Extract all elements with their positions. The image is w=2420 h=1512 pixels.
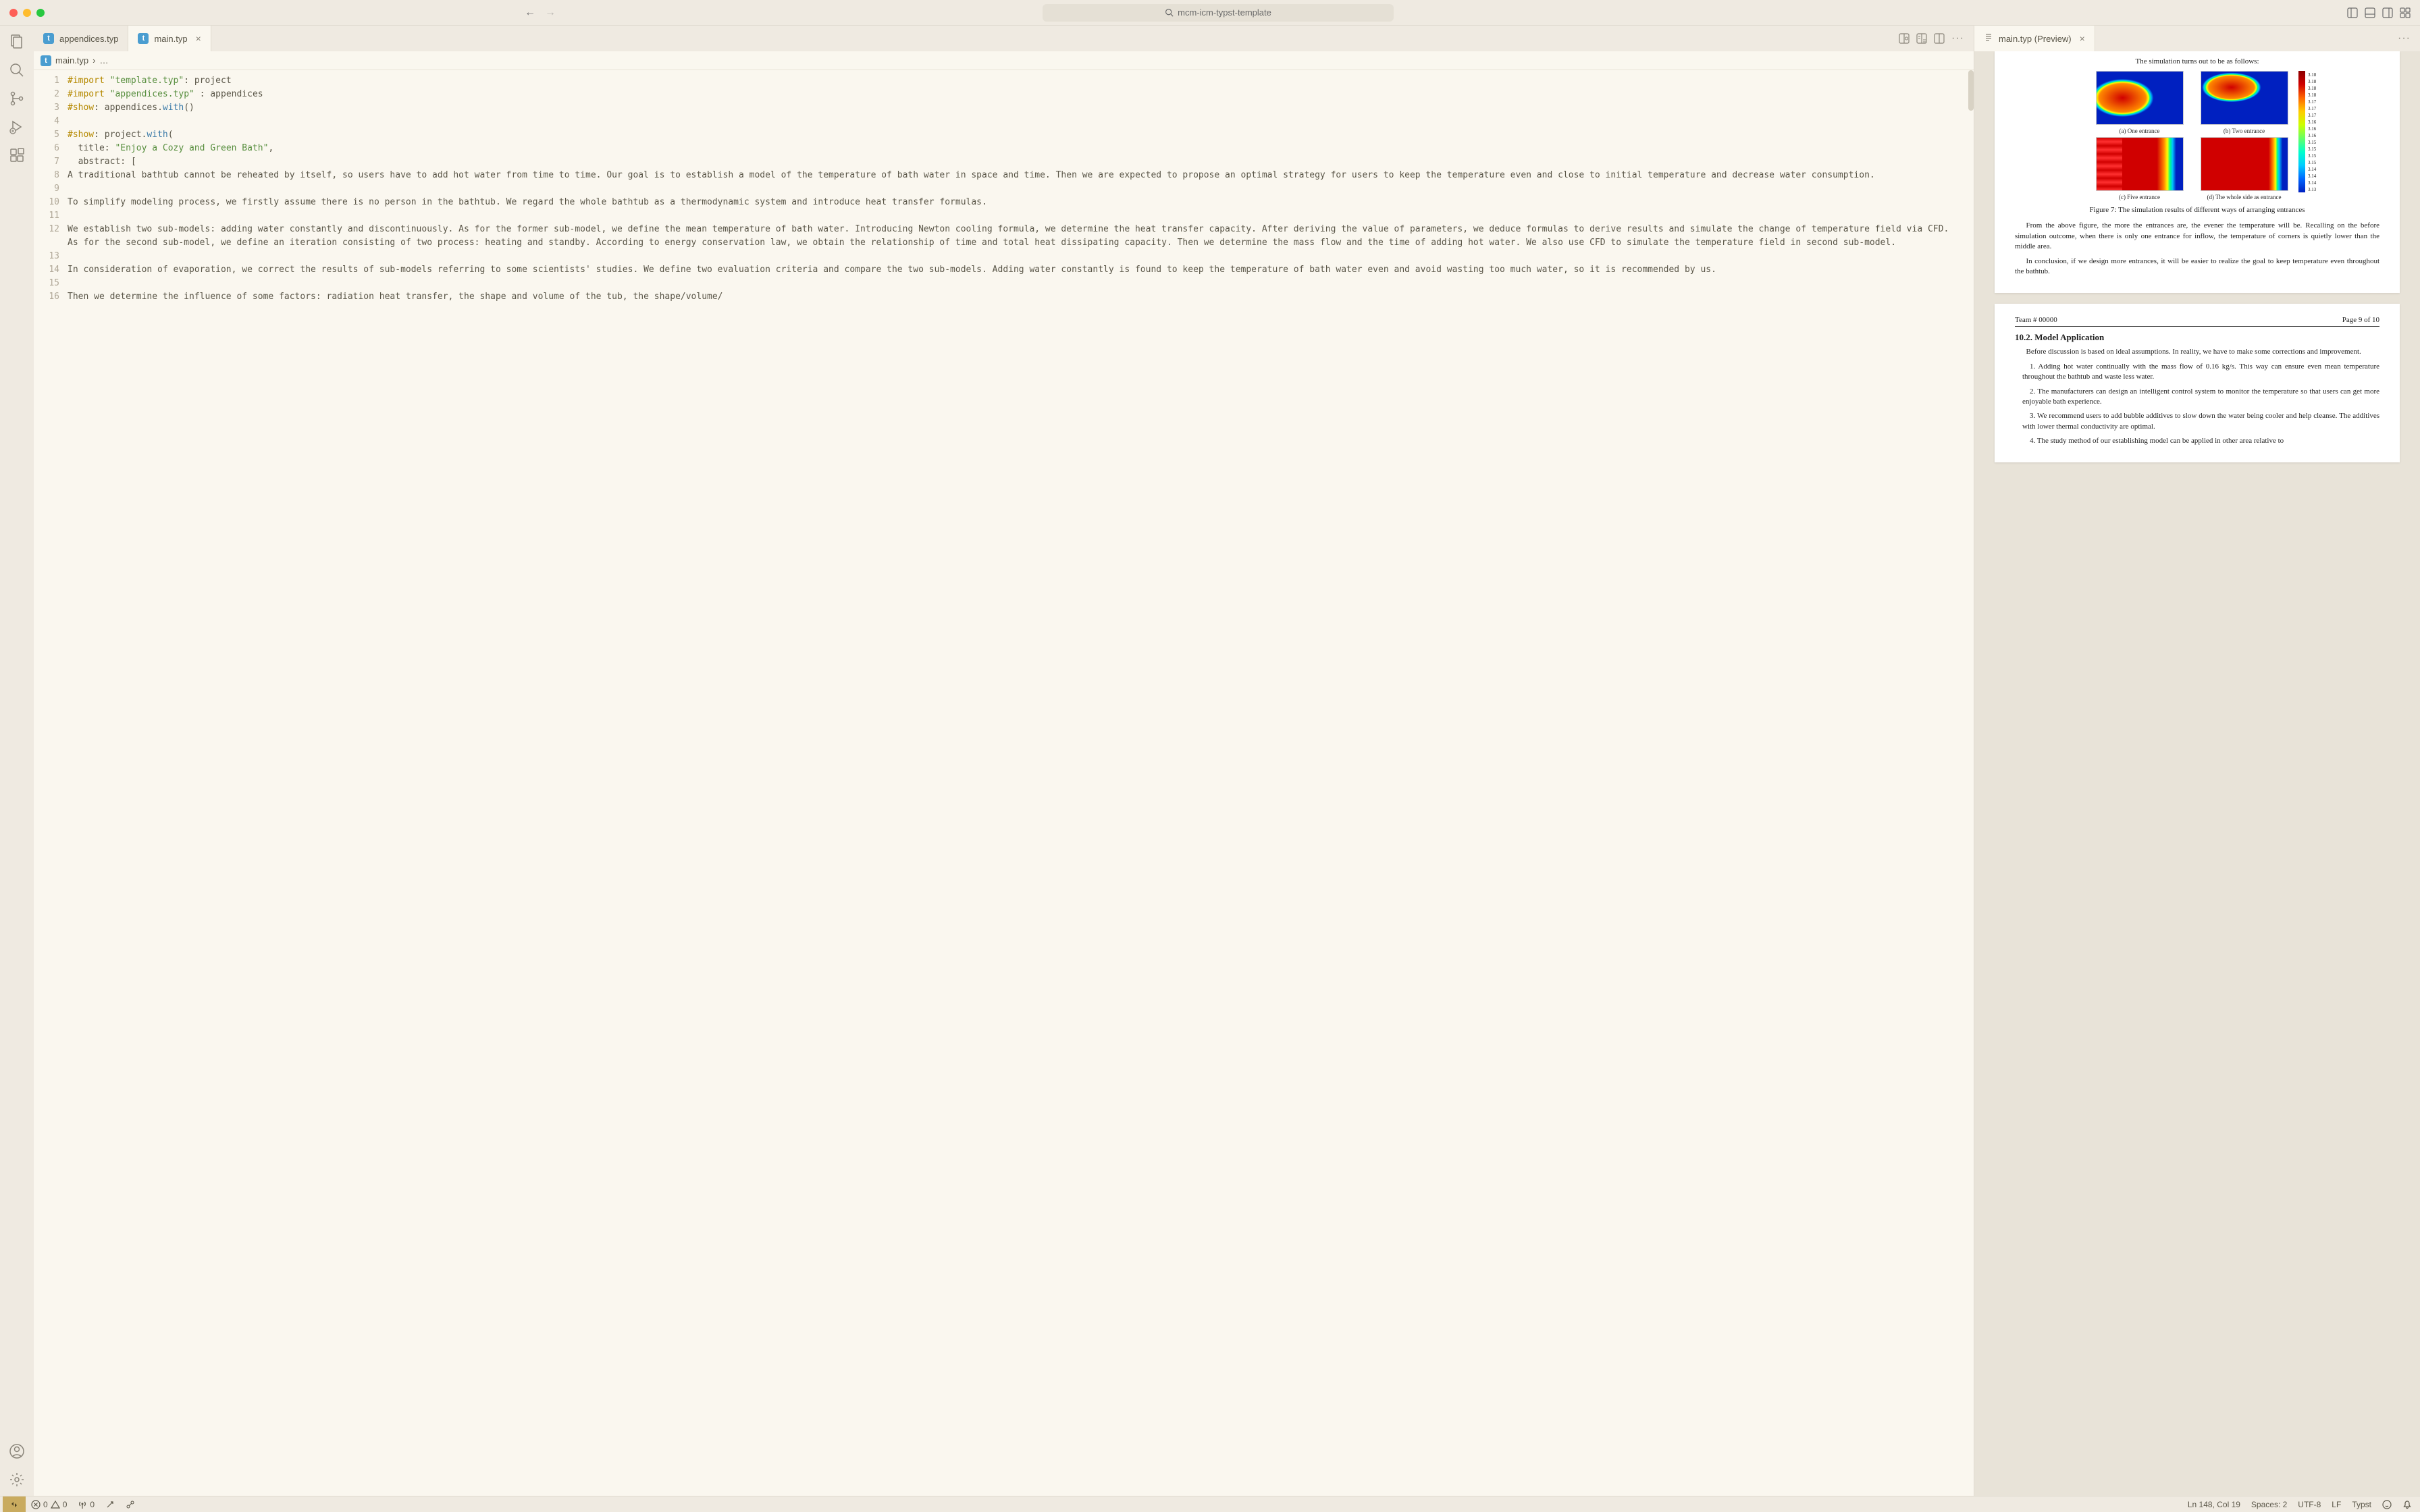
page-number: Page 9 of 10 [2342, 316, 2379, 324]
close-icon[interactable]: × [196, 33, 201, 44]
cursor-position[interactable]: Ln 148, Col 19 [2182, 1500, 2246, 1509]
more-actions-icon[interactable]: ··· [1951, 32, 1964, 45]
indentation[interactable]: Spaces: 2 [2246, 1500, 2292, 1509]
subcaption-b: (b) Two entrance [2224, 128, 2265, 134]
settings-gear-icon[interactable] [9, 1472, 25, 1488]
more-actions-icon[interactable]: ··· [2398, 32, 2411, 45]
preview-paragraph: Before discussion is based on ideal assu… [2015, 347, 2379, 357]
minimize-window[interactable] [23, 9, 31, 17]
tab-label: main.typ (Preview) [1999, 34, 2072, 44]
heatmap-c [2096, 137, 2184, 191]
subcaption-c: (c) Five entrance [2119, 194, 2160, 200]
numbered-list: 1. Adding hot water continually with the… [2022, 362, 2379, 447]
language-mode[interactable]: Typst [2346, 1500, 2377, 1509]
editor-actions: ··· [1889, 26, 1974, 51]
status-bar: 0 0 0 Ln 148, Col 19 Spaces: 2 UTF-8 LF … [0, 1496, 2420, 1512]
maximize-window[interactable] [36, 9, 45, 17]
colorbar-labels: 3.183.183.183.183.173.173.173.163.163.16… [2308, 71, 2316, 192]
customize-layout-icon[interactable] [2400, 7, 2411, 18]
search-icon[interactable] [9, 62, 25, 78]
error-icon [31, 1500, 41, 1509]
explorer-icon[interactable] [9, 34, 25, 50]
typst-status-icon[interactable] [120, 1500, 140, 1509]
subcaption-d: (d) The whole side as entrance [2207, 194, 2281, 200]
line-gutter: 123456789101112 13141516 [34, 70, 68, 1496]
source-control-icon[interactable] [9, 90, 25, 107]
typst-file-icon: t [138, 33, 149, 44]
figure-caption: Figure 7: The simulation results of diff… [2015, 206, 2379, 214]
radio-tower-icon [78, 1500, 87, 1509]
scrollbar-thumb[interactable] [1968, 70, 1974, 111]
traffic-lights [9, 9, 45, 17]
tab-label: main.typ [154, 34, 187, 44]
live-share-icon[interactable] [100, 1500, 120, 1509]
command-center[interactable]: mcm-icm-typst-template [1043, 4, 1394, 22]
layout-controls [2347, 7, 2411, 18]
run-debug-icon[interactable] [9, 119, 25, 135]
chevron-right-icon: › [93, 55, 95, 65]
editor-group-left: t appendices.typ t main.typ × ··· [34, 26, 1974, 1496]
account-icon[interactable] [9, 1443, 25, 1459]
toggle-secondary-sidebar-icon[interactable] [2382, 7, 2393, 18]
tab-label: appendices.typ [59, 34, 118, 44]
breadcrumb-file: main.typ [55, 55, 88, 65]
eol[interactable]: LF [2326, 1500, 2346, 1509]
search-placeholder: mcm-icm-typst-template [1178, 7, 1271, 18]
figure-grid: 3.183.183.183.183.173.173.173.163.163.16… [2089, 71, 2305, 200]
split-editor-icon[interactable] [1934, 33, 1945, 44]
typst-file-icon: t [43, 33, 54, 44]
titlebar: ← → mcm-icm-typst-template [0, 0, 2420, 26]
nav-forward-icon: → [545, 7, 556, 19]
heatmap-d [2201, 137, 2288, 191]
preview-viewport[interactable]: The simulation turns out to be as follow… [1974, 51, 2420, 1496]
preview-text: The simulation turns out to be as follow… [2015, 57, 2379, 67]
pdf-page: The simulation turns out to be as follow… [1995, 51, 2400, 293]
typst-file-icon: t [41, 55, 51, 66]
feedback-icon[interactable] [2377, 1500, 2397, 1509]
scrollbar[interactable] [1968, 70, 1974, 1496]
breadcrumb[interactable]: t main.typ › … [34, 51, 1974, 70]
nav-arrows: ← → [525, 7, 556, 19]
diff-icon[interactable] [1916, 33, 1927, 44]
code-content[interactable]: #import "template.typ": project#import "… [68, 70, 1974, 1496]
encoding[interactable]: UTF-8 [2292, 1500, 2326, 1509]
nav-back-icon[interactable]: ← [525, 7, 535, 19]
toggle-primary-sidebar-icon[interactable] [2347, 7, 2358, 18]
tab-main[interactable]: t main.typ × [128, 26, 211, 51]
preview-file-icon [1984, 33, 1993, 45]
team-number: Team # 00000 [2015, 316, 2057, 324]
editor-group-right: main.typ (Preview) × ··· The simulation … [1974, 26, 2420, 1496]
subcaption-a: (a) One entrance [2120, 128, 2160, 134]
tab-preview[interactable]: main.typ (Preview) × [1974, 26, 2095, 51]
ports-status[interactable]: 0 [72, 1500, 100, 1509]
code-editor[interactable]: 123456789101112 13141516 #import "templa… [34, 70, 1974, 1496]
pdf-page: Team # 00000 Page 9 of 10 10.2. Model Ap… [1995, 304, 2400, 462]
page-header: Team # 00000 Page 9 of 10 [2015, 312, 2379, 327]
problems-status[interactable]: 0 0 [26, 1500, 72, 1509]
heatmap-b [2201, 71, 2288, 125]
warning-icon [51, 1500, 60, 1509]
close-window[interactable] [9, 9, 18, 17]
preview-tabs: main.typ (Preview) × ··· [1974, 26, 2420, 51]
extensions-icon[interactable] [9, 147, 25, 163]
tab-appendices[interactable]: t appendices.typ [34, 26, 128, 51]
heatmap-a [2096, 71, 2184, 125]
section-heading: 10.2. Model Application [2015, 332, 2379, 343]
editor-tabs: t appendices.typ t main.typ × ··· [34, 26, 1974, 51]
breadcrumb-rest: … [99, 55, 108, 65]
notifications-icon[interactable] [2397, 1500, 2417, 1509]
preview-paragraph: In conclusion, if we design more entranc… [2015, 256, 2379, 277]
toggle-panel-icon[interactable] [2365, 7, 2375, 18]
preview-paragraph: From the above figure, the more the entr… [2015, 221, 2379, 252]
search-icon [1165, 8, 1174, 17]
remote-indicator[interactable] [3, 1496, 26, 1512]
preview-icon[interactable] [1899, 33, 1910, 44]
activity-bar [0, 26, 34, 1496]
close-icon[interactable]: × [2080, 33, 2085, 44]
colorbar: 3.183.183.183.183.173.173.173.163.163.16… [2298, 71, 2305, 192]
